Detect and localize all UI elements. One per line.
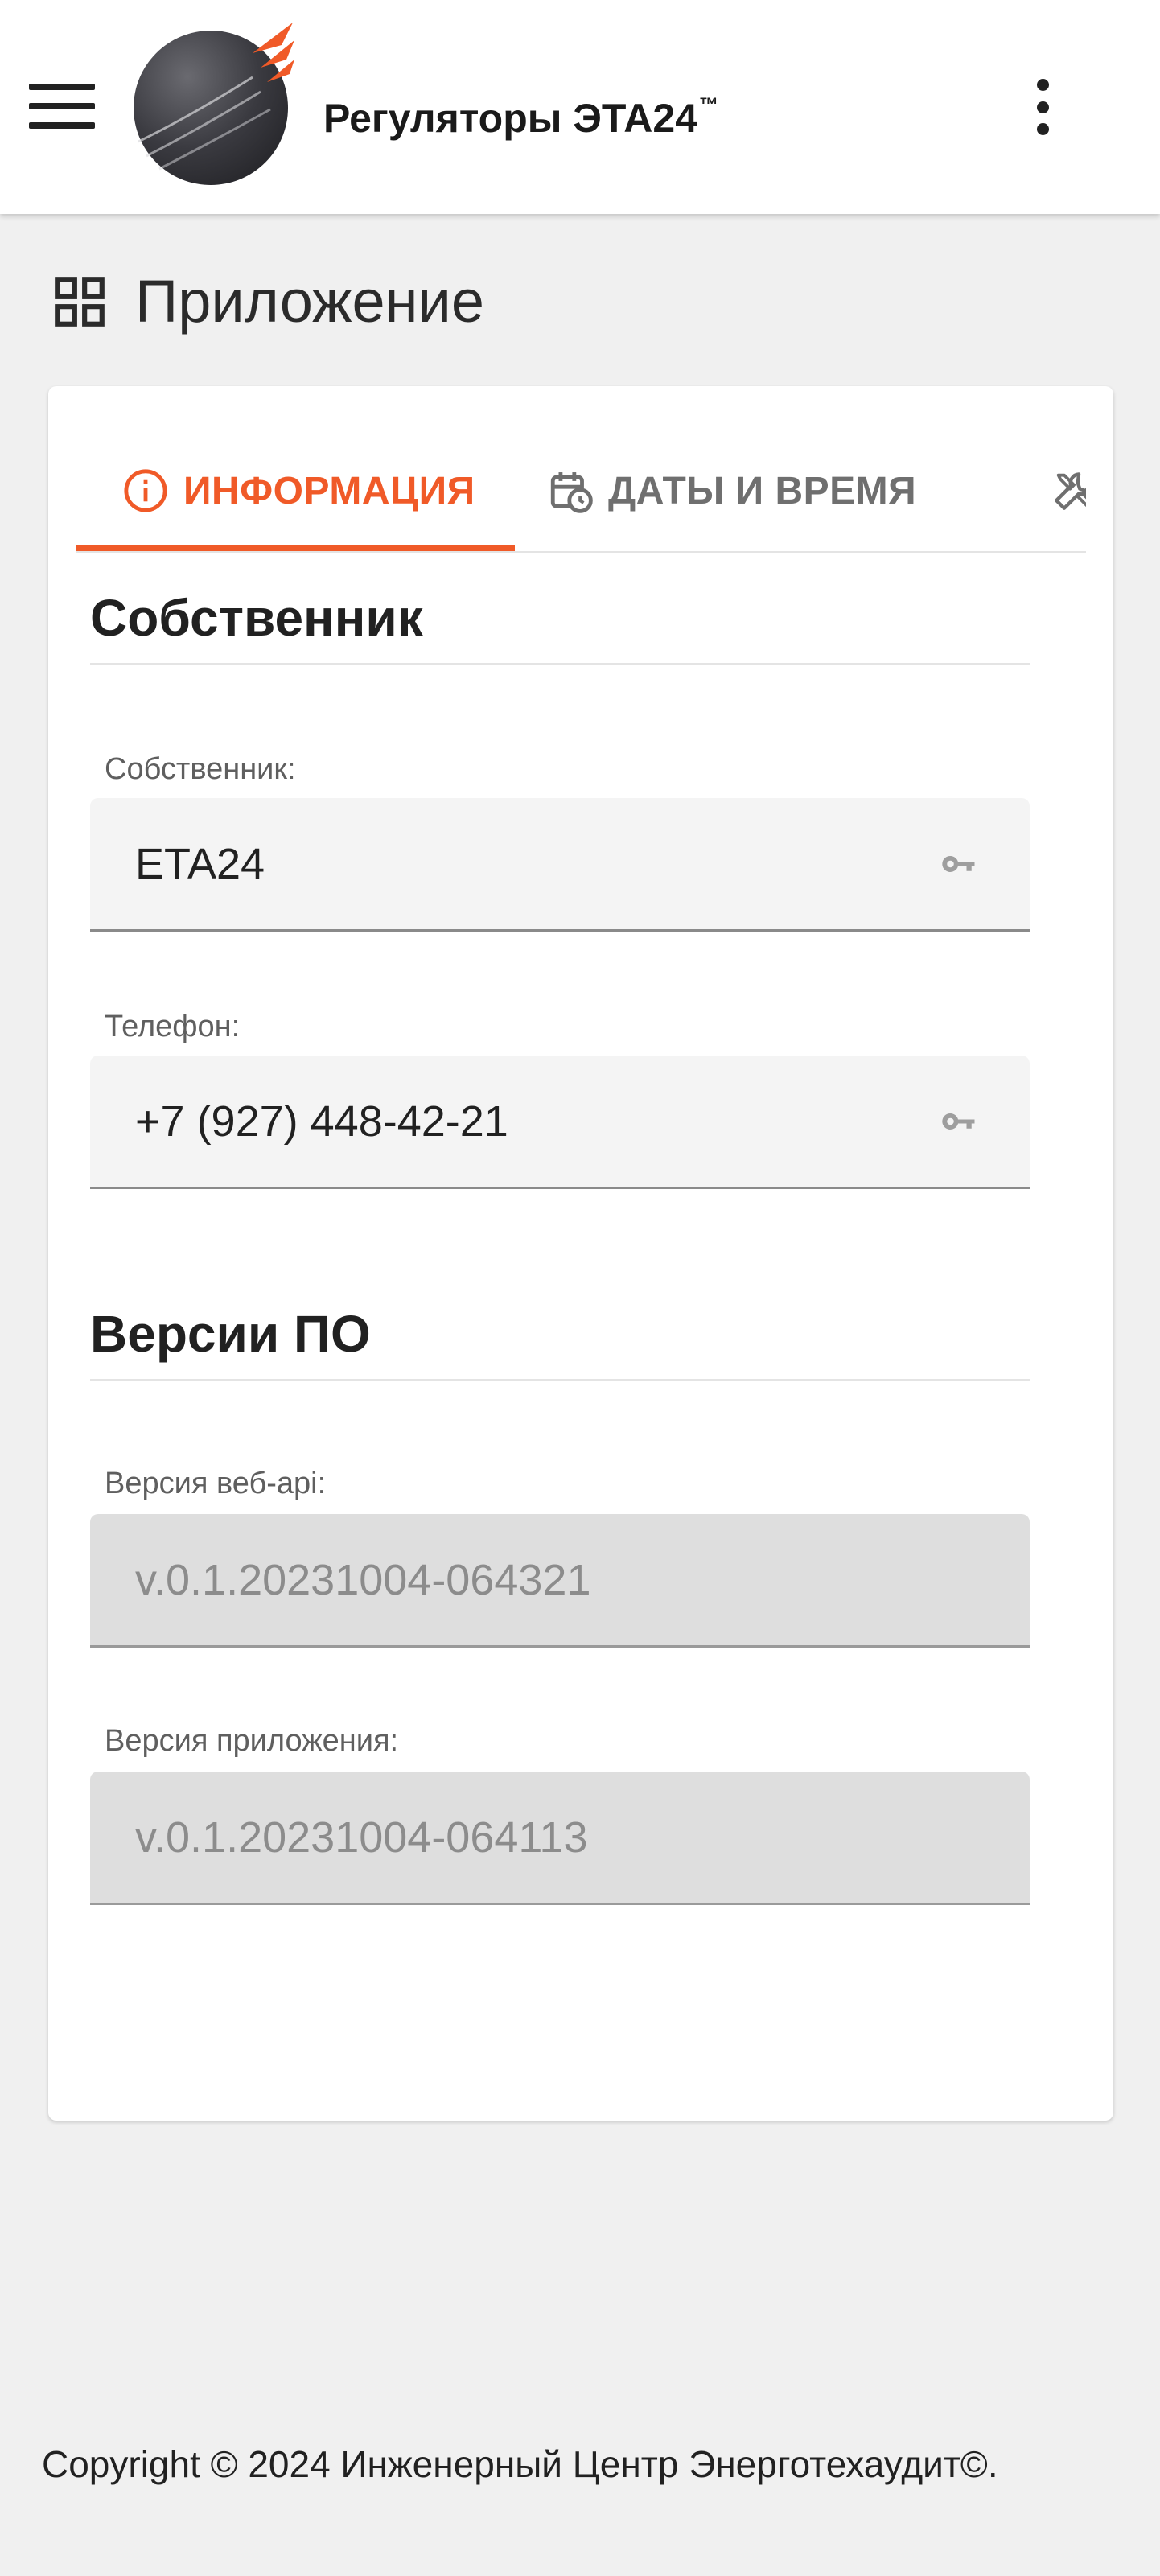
owner-label: Собственник: [105,752,296,786]
key-icon [942,855,975,872]
webapi-version-value: v.0.1.20231004-064321 [135,1555,591,1604]
tab-dates-time-label: ДАТЫ И ВРЕМЯ [608,469,917,512]
tab-information-label: ИНФОРМАЦИЯ [183,469,475,512]
webapi-version-label: Версия веб-api: [105,1467,327,1500]
app-title: Регуляторы ЭТА24™ [323,77,718,146]
trademark-sign: ™ [699,94,719,116]
owner-section-title: Собственник [90,586,1030,665]
phone-label: Телефон: [105,1010,241,1043]
page-title: Приложение [135,268,485,335]
app-bar: Регуляторы ЭТА24™ [0,0,1160,214]
owner-value: ETA24 [135,839,265,888]
more-vertical-icon[interactable] [1026,79,1059,135]
info-icon [124,469,167,512]
eta24-logo[interactable] [132,21,294,187]
page-heading: Приложение [50,265,484,338]
hamburger-menu-icon[interactable] [29,84,95,129]
calendar-clock-icon [550,472,593,513]
app-version-label: Версия приложения: [105,1724,399,1758]
tab-information[interactable]: ИНФОРМАЦИЯ [122,434,475,547]
tab-dates-time[interactable]: ДАТЫ И ВРЕМЯ [547,434,916,547]
tab-bar: ИНФОРМАЦИЯ ДАТЫ И ВРЕМЯ С [76,386,1086,553]
webapi-version-field: v.0.1.20231004-064321 [90,1514,1030,1648]
active-tab-indicator [76,545,515,551]
app-version-value: v.0.1.20231004-064113 [135,1813,588,1862]
grid-icon [55,277,105,327]
phone-value: +7 (927) 448-42-21 [135,1097,508,1146]
copyright-footer: Copyright © 2024 Инженерный Центр Энерго… [42,2443,998,2485]
tools-icon [1055,472,1086,510]
app-title-text: Регуляторы ЭТА24 [323,96,698,141]
key-icon [942,1113,975,1130]
phone-field[interactable]: +7 (927) 448-42-21 [90,1056,1030,1189]
versions-section-title: Версии ПО [90,1302,1030,1381]
app-version-field: v.0.1.20231004-064113 [90,1772,1030,1905]
tab-settings[interactable]: С [1051,434,1086,547]
owner-field[interactable]: ETA24 [90,798,1030,932]
content-card: ИНФОРМАЦИЯ ДАТЫ И ВРЕМЯ С Собственник Со [48,386,1113,2121]
